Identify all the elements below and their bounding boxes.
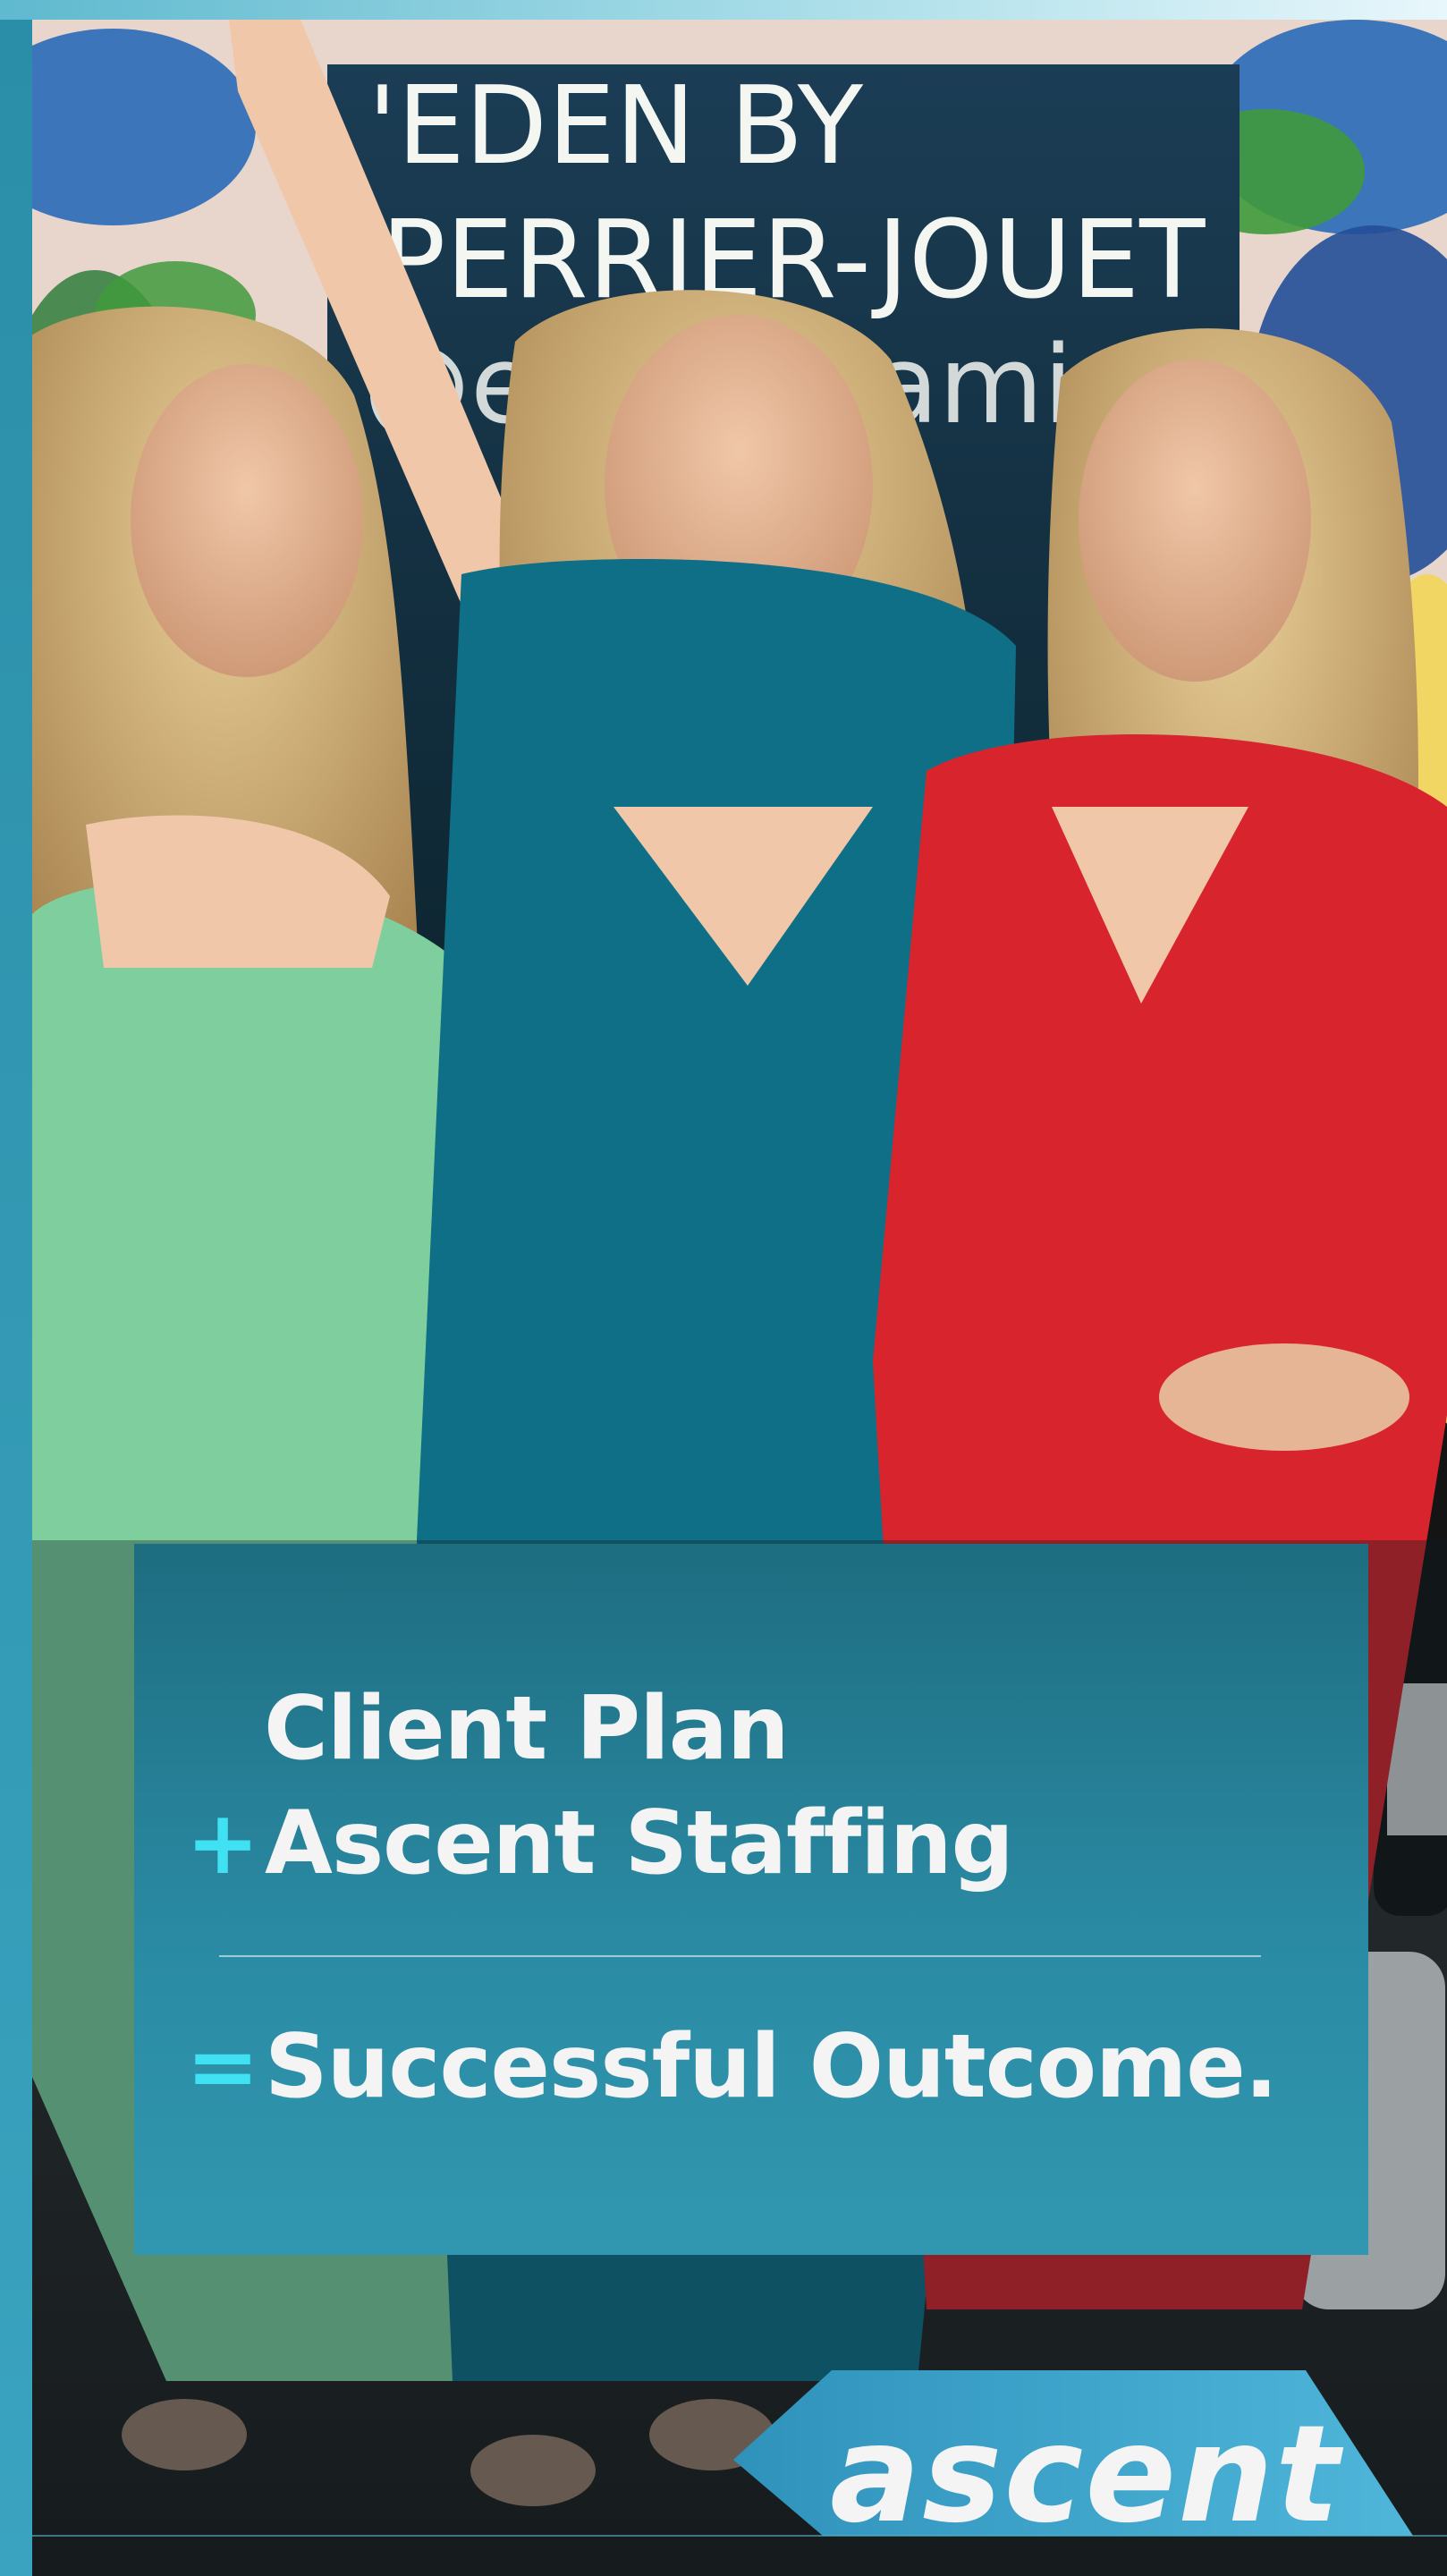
- left-accent-strip: [0, 20, 32, 2576]
- ascent-logo: ascent: [733, 2370, 1413, 2536]
- equation-panel: Client Plan +Ascent Staffing =Successful…: [134, 1544, 1368, 2255]
- equation-line-2-text: Ascent Staffing: [265, 1792, 1014, 1894]
- flyer-page: 'EDEN BY PERRIER-JOUET @edenmiami: [0, 0, 1447, 2576]
- equation-line-1-text: Client Plan: [264, 1678, 790, 1780]
- equation-line-client-plan: Client Plan: [264, 1678, 790, 1780]
- plus-operator: +: [186, 1792, 259, 1894]
- top-accent-strip: [0, 0, 1447, 20]
- neon-sign-line-1: 'EDEN BY: [368, 64, 864, 189]
- equals-operator: =: [186, 2016, 259, 2118]
- equation-line-outcome: =Successful Outcome.: [186, 2016, 1278, 2118]
- logo-wordmark: ascent: [830, 2397, 1344, 2536]
- equation-divider: [219, 1955, 1261, 1957]
- equation-line-3-text: Successful Outcome.: [265, 2016, 1278, 2118]
- bottom-rule: [32, 2535, 1447, 2537]
- equation-line-ascent-staffing: +Ascent Staffing: [186, 1792, 1014, 1894]
